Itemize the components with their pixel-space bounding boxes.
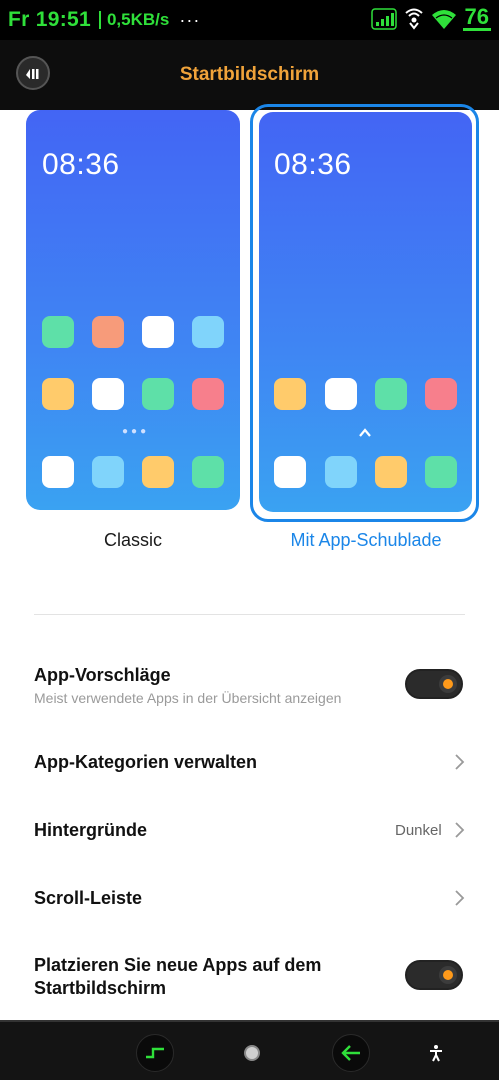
app-icon	[142, 456, 174, 488]
app-icon	[192, 378, 224, 410]
app-icon	[192, 316, 224, 348]
preview-clock: 08:36	[42, 148, 120, 181]
app-icon	[42, 378, 74, 410]
app-suggestions-toggle[interactable]	[405, 669, 463, 699]
battery-level: 76	[462, 4, 491, 31]
app-icon	[425, 378, 457, 410]
back-nav-button[interactable]	[332, 1034, 370, 1072]
app-icon	[274, 378, 306, 410]
setting-title: Hintergründe	[34, 820, 148, 840]
app-icon	[92, 456, 124, 488]
section-divider	[34, 614, 465, 615]
wifi-icon	[431, 9, 456, 29]
setting-title: App-Vorschläge	[34, 665, 171, 685]
classic-layout-label[interactable]: Classic	[26, 530, 240, 551]
app-icon	[375, 456, 407, 488]
status-more-icon: ···	[179, 9, 201, 30]
place-new-apps-toggle[interactable]	[405, 960, 463, 990]
recent-apps-button[interactable]	[136, 1034, 174, 1072]
preview-clock: 08:36	[274, 148, 352, 181]
setting-subtitle: Meist verwendete Apps in der Übersicht a…	[34, 690, 342, 706]
navigation-bar	[0, 1020, 499, 1080]
accessibility-icon	[430, 1045, 442, 1062]
home-button[interactable]	[233, 1034, 271, 1072]
app-header: Startbildschirm	[0, 40, 499, 110]
toggle-knob	[439, 675, 457, 693]
accessibility-button[interactable]	[417, 1034, 455, 1072]
setting-value: Dunkel	[395, 822, 442, 839]
app-icon	[192, 456, 224, 488]
app-drawer-layout-label[interactable]: Mit App-Schublade	[250, 530, 482, 551]
status-bar: Fr 19:51 0,5KB/s ··· 76	[0, 0, 499, 40]
home-icon	[244, 1045, 260, 1061]
setting-title: App-Kategorien verwalten	[34, 752, 258, 772]
app-icon	[425, 456, 457, 488]
page-title: Startbildschirm	[179, 64, 320, 85]
cell-signal-icon	[370, 7, 397, 30]
chevron-right-icon	[455, 890, 465, 906]
app-icon	[142, 378, 174, 410]
app-icon	[375, 378, 407, 410]
status-network-speed: 0,5KB/s	[106, 10, 170, 29]
hotspot-icon	[404, 8, 423, 30]
app-icon	[42, 456, 74, 488]
app-icon	[325, 378, 357, 410]
setting-title-line2: Startbildschirm	[34, 978, 167, 998]
status-icons: 76	[370, 4, 491, 31]
app-icon	[92, 378, 124, 410]
app-icon	[42, 316, 74, 348]
app-icon	[142, 316, 174, 348]
chevron-right-icon	[455, 822, 465, 838]
chevron-right-icon	[455, 754, 465, 770]
classic-layout-preview[interactable]: 08:36 ●●●	[26, 110, 240, 510]
arrow-left-icon	[341, 1045, 360, 1061]
status-separator	[98, 11, 101, 29]
page-indicator-icon: ●●●	[122, 426, 150, 437]
chevron-up-icon	[359, 428, 371, 437]
recent-apps-icon	[146, 1047, 164, 1059]
setting-title-line1: Platzieren Sie neue Apps auf dem	[34, 955, 322, 975]
app-icon	[325, 456, 357, 488]
setting-title: Scroll-Leiste	[34, 888, 143, 908]
app-drawer-layout-preview[interactable]: 08:36	[259, 112, 472, 512]
status-time: Fr 19:51	[8, 8, 91, 31]
toggle-knob	[439, 966, 457, 984]
app-icon	[92, 316, 124, 348]
app-icon	[274, 456, 306, 488]
